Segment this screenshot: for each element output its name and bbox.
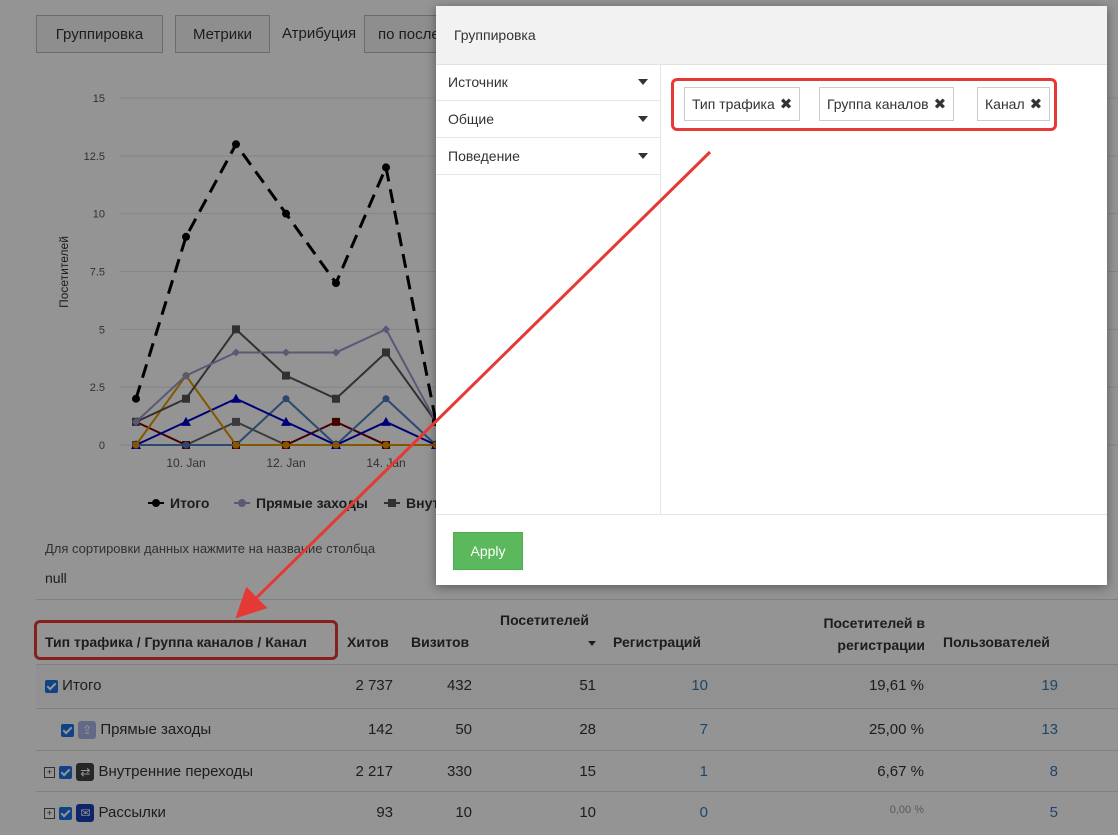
arrow-line	[235, 150, 712, 619]
annotation-arrow	[235, 150, 712, 619]
